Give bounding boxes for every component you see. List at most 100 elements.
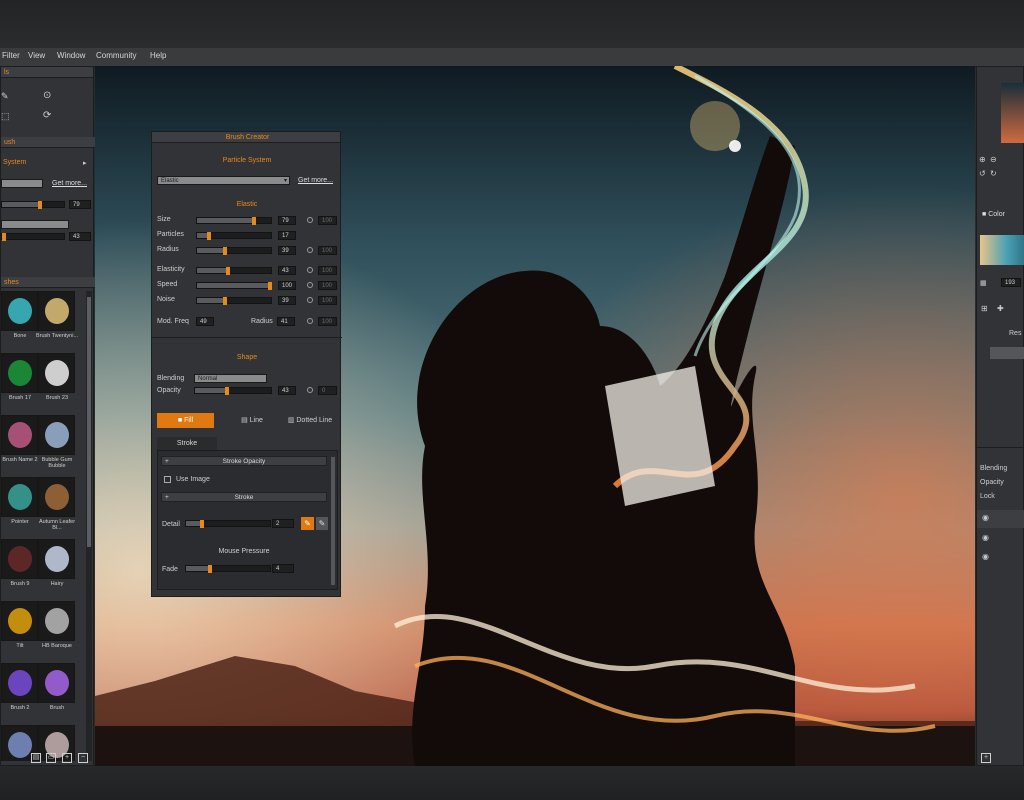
stroke-bar[interactable]: + Stroke — [161, 492, 327, 502]
layer-row-3[interactable]: ◉ — [977, 549, 1024, 567]
fade-slider[interactable] — [185, 565, 271, 573]
new-layer-icon[interactable]: + — [981, 753, 991, 763]
stroke-tab[interactable]: Stroke — [157, 437, 217, 450]
opacity-slider-creator[interactable] — [194, 387, 272, 395]
opacity-link-icon[interactable] — [307, 387, 313, 393]
opacity-value-creator[interactable]: 43 — [278, 386, 296, 395]
link-icon[interactable] — [307, 267, 313, 273]
brush-thumbnail[interactable] — [1, 291, 38, 331]
use-image-checkbox[interactable] — [164, 476, 171, 483]
mode-dropdown[interactable] — [1, 220, 69, 229]
opacity-slider[interactable] — [1, 233, 65, 241]
param-slider[interactable] — [196, 297, 272, 305]
detail-slider[interactable] — [185, 520, 271, 528]
param-value[interactable]: 100 — [278, 281, 296, 290]
brush-thumbnail[interactable] — [38, 353, 75, 393]
brush-thumbnail[interactable] — [38, 539, 75, 579]
brush-thumbnail[interactable] — [1, 353, 38, 393]
tab-dotted-line[interactable]: ▥ Dotted Line — [280, 413, 340, 428]
brush-thumbnail[interactable] — [38, 291, 75, 331]
menu-community[interactable]: Community — [96, 51, 136, 60]
brush-thumbnail[interactable] — [1, 539, 38, 579]
rotate-left-icon[interactable]: ↺ — [979, 169, 986, 178]
brush-thumbnail[interactable] — [38, 663, 75, 703]
rotate-right-icon[interactable]: ↻ — [990, 169, 997, 178]
import-brush-icon[interactable]: ▭ — [46, 753, 56, 763]
brush-scrollbar[interactable] — [86, 291, 92, 761]
detail-value[interactable]: 2 — [272, 519, 294, 528]
visibility-eye-icon-2[interactable]: ◉ — [982, 533, 989, 542]
size-slider[interactable] — [1, 201, 65, 209]
select-tool-icon[interactable]: ⬚ — [1, 111, 10, 122]
new-brush-icon[interactable]: ▤ — [31, 753, 41, 763]
play-icon[interactable]: ▸ — [83, 159, 87, 167]
mod-freq-value[interactable]: 49 — [196, 317, 214, 326]
add-brush-icon[interactable]: + — [62, 753, 72, 763]
link-icon[interactable] — [307, 247, 313, 253]
get-more-link[interactable]: Get more... — [52, 180, 87, 187]
lasso-tool-icon[interactable]: ⊙ — [43, 90, 51, 101]
param-slider[interactable] — [196, 282, 272, 290]
layer-row-1[interactable]: ◉ — [977, 510, 1024, 528]
brush-thumbnail[interactable] — [1, 415, 38, 455]
param-slider[interactable] — [196, 267, 272, 275]
param-value[interactable]: 39 — [278, 296, 296, 305]
zoom-in-icon[interactable]: ⊕ — [979, 155, 986, 164]
param-slider-knob[interactable] — [222, 247, 227, 255]
param-slider-knob[interactable] — [268, 282, 272, 290]
param-slider[interactable] — [196, 247, 272, 255]
color-tab[interactable]: ■ Color — [982, 211, 1005, 218]
menu-window[interactable]: Window — [57, 51, 85, 60]
delete-brush-icon[interactable]: − — [78, 753, 88, 763]
size-value[interactable]: 79 — [69, 200, 91, 209]
param-slider-knob[interactable] — [225, 267, 230, 275]
blending-dropdown[interactable]: Normal — [194, 374, 267, 383]
param-slider-knob[interactable] — [252, 217, 257, 225]
brush-thumbnail[interactable] — [38, 477, 75, 517]
brush-tool-icon[interactable]: ✎ — [1, 91, 9, 102]
param-slider-knob[interactable] — [206, 232, 211, 240]
link-icon[interactable] — [307, 297, 313, 303]
stroke-scrollbar[interactable] — [331, 457, 335, 585]
hex-icon[interactable]: ▦ — [980, 279, 987, 287]
brush-thumbnail[interactable] — [1, 663, 38, 703]
pen-pressure-icon[interactable]: ✎ — [301, 517, 314, 530]
param-value[interactable]: 17 — [278, 231, 296, 240]
brush-thumbnail[interactable] — [38, 601, 75, 641]
param-slider[interactable] — [196, 232, 272, 240]
menu-help[interactable]: Help — [150, 51, 166, 60]
opacity-value[interactable]: 43 — [69, 232, 91, 241]
link-icon[interactable] — [307, 282, 313, 288]
tab-fill[interactable]: ■ Fill — [157, 413, 214, 428]
fade-value[interactable]: 4 — [272, 564, 294, 573]
brush-thumbnail[interactable] — [1, 477, 38, 517]
navigator-thumbnail[interactable] — [1001, 83, 1024, 143]
color-value[interactable]: 193 — [1001, 278, 1021, 287]
menu-filter[interactable]: Filter — [2, 51, 20, 60]
move-icon[interactable]: ✚ — [997, 304, 1004, 313]
rotate-tool-icon[interactable]: ⟳ — [43, 110, 51, 121]
link-icon[interactable] — [307, 318, 313, 324]
menu-view[interactable]: View — [28, 51, 45, 60]
grid-icon[interactable]: ⊞ — [981, 304, 988, 313]
brush-thumbnail[interactable] — [38, 415, 75, 455]
elastic-dropdown[interactable]: Elastic ▾ — [157, 176, 290, 185]
zoom-out-icon[interactable]: ⊖ — [990, 155, 997, 164]
preset-dropdown[interactable] — [1, 179, 43, 188]
stroke-opacity-bar[interactable]: + Stroke Opacity — [161, 456, 327, 466]
link-icon[interactable] — [307, 217, 313, 223]
param-slider[interactable] — [196, 217, 272, 225]
radius2-value[interactable]: 41 — [277, 317, 295, 326]
param-value[interactable]: 79 — [278, 216, 296, 225]
layer-row-2[interactable]: ◉ — [977, 530, 1024, 548]
tab-line[interactable]: ▤ Line — [232, 413, 272, 428]
get-more-link-creator[interactable]: Get more... — [298, 177, 333, 184]
param-value[interactable]: 39 — [278, 246, 296, 255]
res-button[interactable] — [990, 347, 1024, 359]
param-slider-knob[interactable] — [222, 297, 227, 305]
brush-creator-titlebar[interactable]: Brush Creator — [152, 132, 340, 143]
param-value[interactable]: 43 — [278, 266, 296, 275]
pen-tilt-icon[interactable]: ✎ — [316, 517, 328, 530]
visibility-eye-icon[interactable]: ◉ — [982, 513, 989, 522]
brush-thumbnail[interactable] — [1, 601, 38, 641]
